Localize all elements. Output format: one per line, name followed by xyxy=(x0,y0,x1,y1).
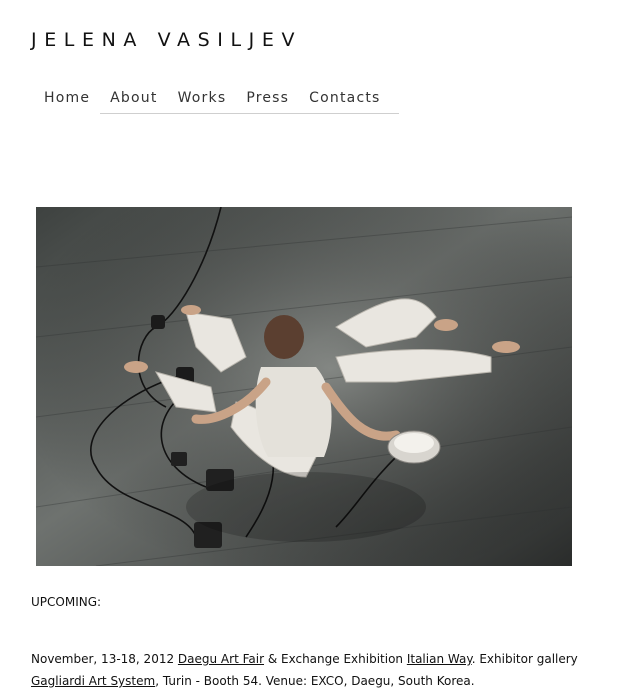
nav-home[interactable]: Home xyxy=(34,88,100,108)
italian-way-link[interactable]: Italian Way xyxy=(407,652,472,666)
hero-image xyxy=(36,207,572,566)
main-nav: Home About Works Press Contacts xyxy=(34,88,391,114)
news-text-2: . Exhibitor gallery xyxy=(471,652,578,666)
news-date: November, 13-18, 2012 xyxy=(31,652,178,666)
nav-about[interactable]: About xyxy=(100,88,167,108)
nav-works[interactable]: Works xyxy=(168,88,237,108)
news-text-1: & Exchange Exhibition xyxy=(264,652,407,666)
nav-underline xyxy=(100,113,399,114)
news-text-3: , Turin - Booth 54. Venue: EXCO, Daegu, … xyxy=(155,674,475,688)
site-title[interactable]: JELENA VASILJEV xyxy=(31,29,302,51)
daegu-art-fair-link[interactable]: Daegu Art Fair xyxy=(178,652,264,666)
nav-contacts[interactable]: Contacts xyxy=(299,88,390,108)
upcoming-label: UPCOMING: xyxy=(31,595,102,609)
gagliardi-art-system-link[interactable]: Gagliardi Art System xyxy=(31,674,155,688)
nav-press[interactable]: Press xyxy=(236,88,299,108)
news-text: November, 13-18, 2012 Daegu Art Fair & E… xyxy=(31,648,611,692)
